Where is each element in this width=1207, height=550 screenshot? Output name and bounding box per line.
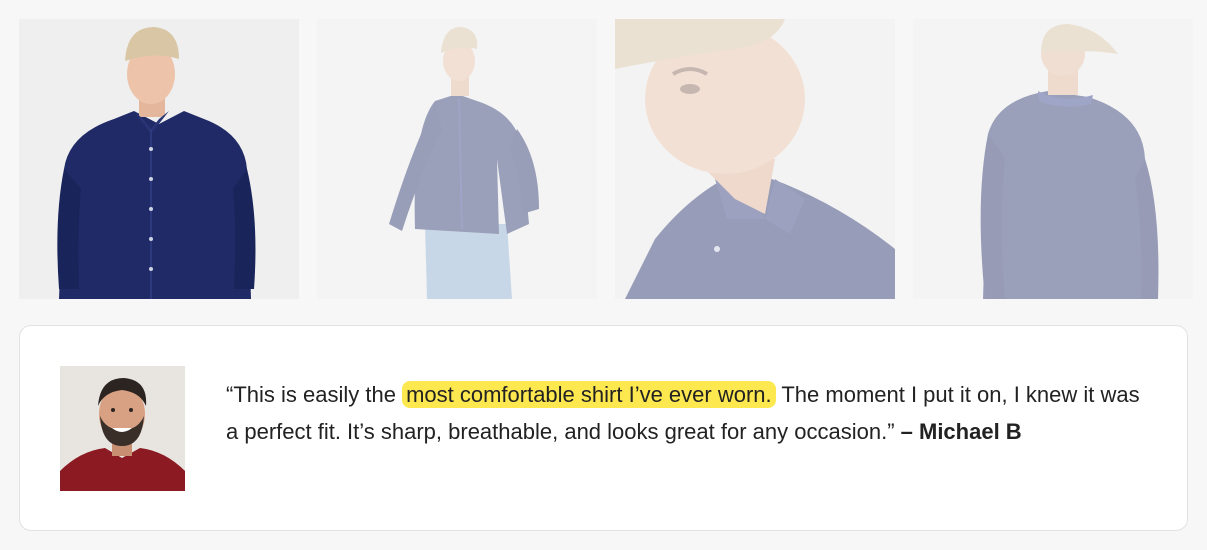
product-photo-side-icon <box>317 19 597 299</box>
gallery-thumb-closeup[interactable] <box>615 19 895 299</box>
reviewer-avatar <box>60 366 185 491</box>
testimonial-card: “This is easily the most comfortable shi… <box>19 325 1188 531</box>
testimonial-quote: “This is easily the most comfortable shi… <box>226 376 1156 450</box>
product-photo-closeup-icon <box>615 19 895 299</box>
product-photo-front-icon <box>19 19 299 299</box>
quote-text-start: “This is easily the <box>226 382 403 407</box>
quote-highlight: most comfortable shirt I’ve ever worn. <box>402 381 776 408</box>
reviewer-avatar-icon <box>60 366 185 491</box>
reviewer-name: – Michael B <box>894 419 1022 444</box>
gallery-thumb-front[interactable] <box>19 19 299 299</box>
product-gallery <box>19 19 1193 299</box>
product-photo-back-icon <box>913 19 1193 299</box>
gallery-thumb-side[interactable] <box>317 19 597 299</box>
gallery-thumb-back[interactable] <box>913 19 1193 299</box>
